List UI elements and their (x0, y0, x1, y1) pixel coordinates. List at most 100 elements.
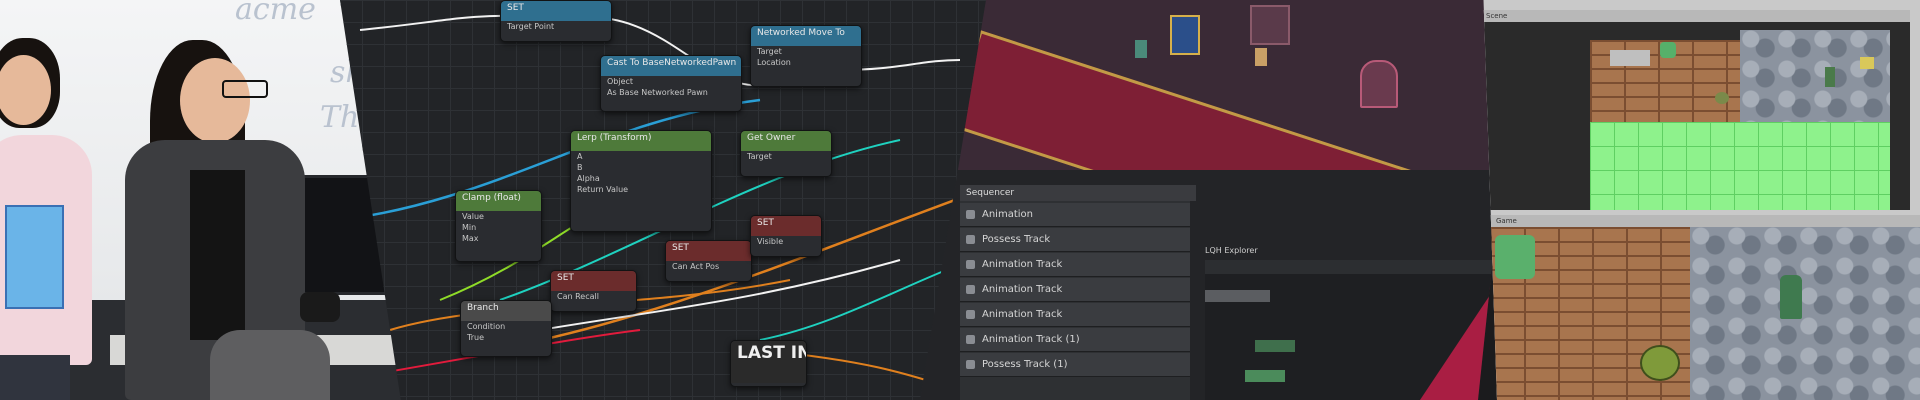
track-row[interactable]: Animation Track (1) (960, 328, 1190, 352)
track-icon (966, 360, 975, 369)
character-portrait (1495, 235, 1535, 279)
game-window: Game (1490, 215, 1920, 400)
node-pin[interactable]: Visible (751, 236, 821, 247)
jeans (0, 355, 70, 400)
track-label: Animation Track (1) (982, 334, 1080, 345)
track-label: Animation Track (982, 309, 1063, 320)
graph-node[interactable]: Branch Condition True (460, 300, 552, 357)
track-icon (966, 285, 975, 294)
shirt (190, 170, 245, 340)
track-row[interactable]: Animation Track (960, 253, 1190, 277)
node-title: Branch (461, 301, 551, 321)
node-pin[interactable]: Value (456, 211, 541, 222)
node-pin[interactable]: Location (751, 57, 861, 68)
node-pin[interactable]: Target Point (501, 21, 611, 32)
window-title: Game (1490, 215, 1920, 227)
sequencer-panel: Sequencer Animation Possess Track Animat… (920, 0, 1520, 400)
node-title: Networked Move To (751, 26, 861, 46)
character-sprite (1825, 67, 1835, 87)
node-pin[interactable]: B (571, 162, 711, 173)
node-pin[interactable]: Max (456, 233, 541, 244)
graph-node[interactable]: SET Target Point (500, 0, 612, 42)
node-title: LAST INDEX (731, 341, 806, 383)
window-sprite (1170, 15, 1200, 55)
grass-tiles (1590, 122, 1890, 210)
node-pin[interactable]: Can Act Pos (666, 261, 751, 272)
node-pin[interactable]: True (461, 332, 551, 343)
node-title: SET (551, 271, 636, 291)
timeline-section[interactable] (1245, 370, 1285, 382)
tile-editor-panel: Scene Game (1483, 0, 1920, 400)
track-label: Possess Track (1) (982, 359, 1068, 370)
node-pin[interactable]: A (571, 151, 711, 162)
timeline-section[interactable] (1205, 290, 1270, 302)
glasses (222, 80, 268, 98)
node-title: Cast To BaseNetworkedPawn (601, 56, 741, 76)
rock-sprite (1715, 92, 1729, 104)
node-title: SET (666, 241, 751, 261)
node-pin[interactable]: As Base Networked Pawn (601, 87, 741, 98)
stone-tiles (1690, 227, 1920, 400)
window-sprite (1360, 60, 1398, 108)
node-pin[interactable]: Target (741, 151, 831, 162)
track-label: Possess Track (982, 234, 1051, 245)
track-row[interactable]: Possess Track (1) (960, 353, 1190, 377)
track-row[interactable]: Possess Track (960, 228, 1190, 252)
graph-node[interactable]: Cast To BaseNetworkedPawn Object As Base… (600, 55, 742, 112)
timeline-section[interactable] (1255, 340, 1295, 352)
level-view (920, 0, 1520, 320)
whiteboard-text: acme (235, 0, 316, 27)
track-icon (966, 335, 975, 344)
time-ruler[interactable] (1205, 260, 1505, 274)
character-sprite (1780, 275, 1802, 319)
graph-node[interactable]: SET Can Recall (550, 270, 637, 312)
ui-panel (1610, 50, 1650, 66)
node-title: SET (751, 216, 821, 236)
controller (300, 292, 340, 322)
graph-node[interactable]: Clamp (float) Value Min Max (455, 190, 542, 262)
graph-node[interactable]: Networked Move To Target Location (750, 25, 862, 87)
face (180, 58, 250, 143)
track-row[interactable]: Animation Track (960, 278, 1190, 302)
node-pin[interactable]: Object (601, 76, 741, 87)
character-sprite (1255, 48, 1267, 66)
stone-tiles (1740, 30, 1890, 130)
node-pin[interactable]: Target (751, 46, 861, 57)
window-sprite (1250, 5, 1290, 45)
node-pin[interactable]: Alpha (571, 173, 711, 184)
track-label: Animation (982, 209, 1033, 220)
track-icon (966, 210, 975, 219)
track-label: Animation Track (982, 284, 1063, 295)
last-index-node[interactable]: LAST INDEX (730, 340, 807, 387)
track-list: Sequencer Animation Possess Track Animat… (960, 185, 1196, 400)
panel-label: LQH Explorer (1205, 246, 1258, 255)
window-title: Scene (1483, 10, 1910, 22)
node-pin[interactable]: Can Recall (551, 291, 636, 302)
track-icon (966, 235, 975, 244)
character-portrait (1660, 42, 1676, 58)
track-row[interactable]: Animation Track (960, 303, 1190, 327)
scene-view[interactable] (1483, 22, 1910, 210)
graph-node[interactable]: Get Owner Target (740, 130, 832, 177)
graph-node[interactable]: SET Can Act Pos (665, 240, 752, 282)
scene-window: Scene (1483, 10, 1910, 210)
graph-node[interactable]: SET Visible (750, 215, 822, 257)
skirt (210, 330, 330, 400)
node-title: Get Owner (741, 131, 831, 151)
character-sprite (1135, 40, 1147, 58)
node-title: Clamp (float) (456, 191, 541, 211)
node-pin[interactable]: Min (456, 222, 541, 233)
node-title: SET (501, 1, 611, 21)
node-title: Lerp (Transform) (571, 131, 711, 151)
item-sprite (1860, 57, 1874, 69)
node-pin[interactable]: Return Value (571, 184, 711, 195)
track-icon (966, 310, 975, 319)
rock-sprite (1640, 345, 1680, 381)
node-pin[interactable]: Condition (461, 321, 551, 332)
track-icon (966, 260, 975, 269)
graph-node[interactable]: Lerp (Transform) A B Alpha Return Value (570, 130, 712, 232)
sweater-print (5, 205, 64, 309)
track-row[interactable]: Animation (960, 203, 1190, 227)
tab-sequencer[interactable]: Sequencer (960, 185, 1196, 201)
track-label: Animation Track (982, 259, 1063, 270)
